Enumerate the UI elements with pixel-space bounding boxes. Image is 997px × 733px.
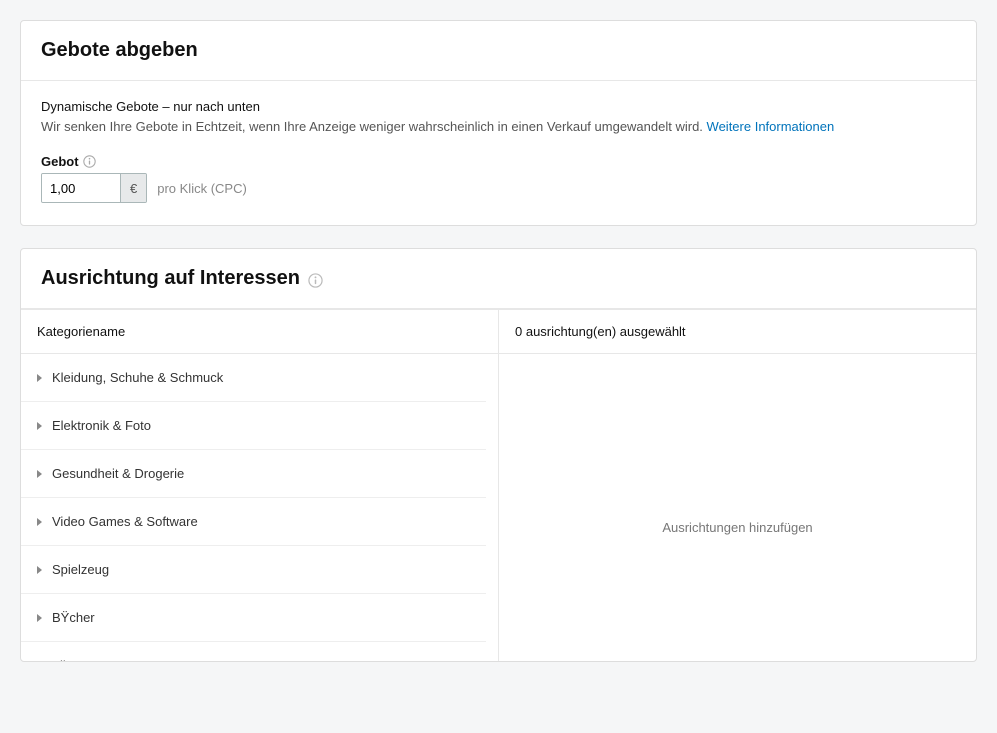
empty-state-text: Ausrichtungen hinzufügen [662, 520, 812, 535]
category-label: Spielzeug [52, 562, 109, 577]
cpc-hint: pro Klick (CPC) [157, 181, 247, 196]
targeting-panel-title: Ausrichtung auf Interessen [41, 267, 956, 290]
targeting-panel: Ausrichtung auf Interessen Kategoriename… [20, 248, 977, 662]
bid-strategy-title: Dynamische Gebote – nur nach unten [41, 99, 956, 114]
bids-panel-header: Gebote abgeben [21, 21, 976, 81]
targeting-title-text: Ausrichtung auf Interessen [41, 267, 300, 290]
empty-state: Ausrichtungen hinzufügen [499, 354, 976, 661]
chevron-right-icon [37, 566, 42, 574]
category-item[interactable]: Video Games & Software [21, 498, 486, 546]
category-item[interactable]: Elektronik & Foto [21, 402, 486, 450]
category-label: Elektronik & Foto [52, 418, 151, 433]
targeting-right-column: 0 ausrichtung(en) ausgewählt Ausrichtung… [499, 310, 976, 661]
category-label: Filme & TV [52, 658, 116, 661]
category-item[interactable]: Kleidung, Schuhe & Schmuck [21, 354, 486, 402]
targeting-panel-header: Ausrichtung auf Interessen [21, 249, 976, 309]
bid-strategy-description: Wir senken Ihre Gebote in Echtzeit, wenn… [41, 118, 956, 136]
chevron-right-icon [37, 374, 42, 382]
category-label: BŸcher [52, 610, 95, 625]
category-list[interactable]: Kleidung, Schuhe & Schmuck Elektronik & F… [21, 354, 498, 661]
chevron-right-icon [37, 470, 42, 478]
bids-panel-title: Gebote abgeben [41, 39, 956, 62]
chevron-right-icon [37, 518, 42, 526]
learn-more-link[interactable]: Weitere Informationen [707, 119, 835, 134]
info-icon[interactable] [83, 155, 96, 168]
bid-strategy-text: Wir senken Ihre Gebote in Echtzeit, wenn… [41, 119, 703, 134]
selected-column-header: 0 ausrichtung(en) ausgewählt [499, 310, 976, 354]
bid-section: Gebot € pro Klick (CPC) [41, 154, 956, 203]
currency-addon: € [120, 174, 146, 202]
category-label: Gesundheit & Drogerie [52, 466, 184, 481]
category-label: Video Games & Software [52, 514, 198, 529]
bid-input-row: € pro Klick (CPC) [41, 173, 956, 203]
bid-label-row: Gebot [41, 154, 956, 169]
bid-input-group: € [41, 173, 147, 203]
chevron-right-icon [37, 422, 42, 430]
category-item[interactable]: BŸcher [21, 594, 486, 642]
category-label: Kleidung, Schuhe & Schmuck [52, 370, 223, 385]
category-item[interactable]: Filme & TV [21, 642, 486, 661]
bids-panel: Gebote abgeben Dynamische Gebote – nur n… [20, 20, 977, 226]
targeting-left-column: Kategoriename Kleidung, Schuhe & Schmuck… [21, 310, 499, 661]
targeting-body: Kategoriename Kleidung, Schuhe & Schmuck… [21, 309, 976, 661]
info-icon[interactable] [308, 271, 323, 286]
bids-panel-body: Dynamische Gebote – nur nach unten Wir s… [21, 81, 976, 225]
category-item[interactable]: Spielzeug [21, 546, 486, 594]
bid-input[interactable] [42, 174, 120, 202]
bid-label: Gebot [41, 154, 79, 169]
category-item[interactable]: Gesundheit & Drogerie [21, 450, 486, 498]
chevron-right-icon [37, 614, 42, 622]
category-column-header: Kategoriename [21, 310, 498, 354]
